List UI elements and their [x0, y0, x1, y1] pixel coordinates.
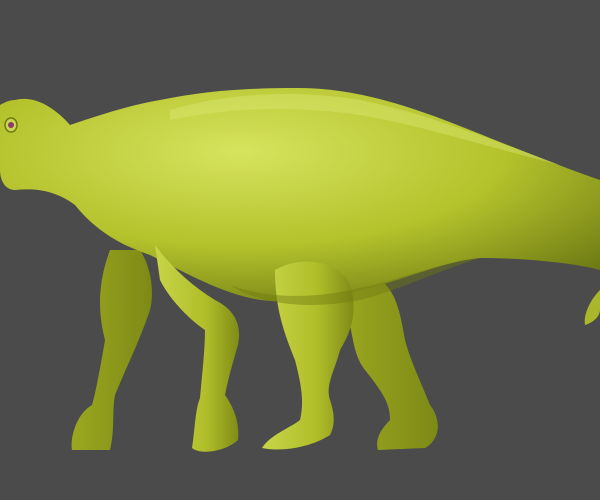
3d-viewport[interactable] — [0, 0, 600, 500]
render-canvas — [0, 0, 600, 500]
eye-pupil — [8, 122, 14, 128]
